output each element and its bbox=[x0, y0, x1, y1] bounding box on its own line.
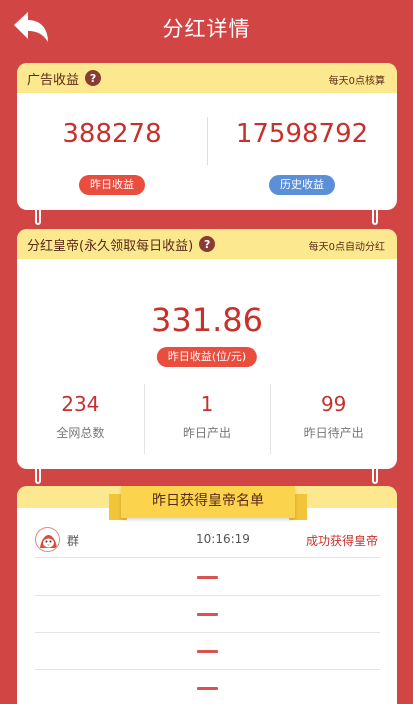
ad-income-card: 广告收益 ? 每天0点核算 388278 昨日收益 17598792 历史收益 bbox=[17, 63, 397, 210]
empty-dash bbox=[197, 687, 218, 690]
ad-income-title: 广告收益 bbox=[27, 72, 80, 88]
stat-value: 1 bbox=[200, 392, 214, 416]
empty-dash bbox=[197, 650, 218, 653]
emperor-amount: 331.86 bbox=[151, 301, 263, 339]
list-item-empty bbox=[35, 559, 380, 596]
winner-name: 群 bbox=[67, 534, 80, 548]
stat-label: 昨日产出 bbox=[183, 426, 232, 440]
help-icon[interactable]: ? bbox=[199, 236, 216, 252]
ad-income-note: 每天0点核算 bbox=[328, 76, 385, 87]
empty-dash bbox=[197, 576, 218, 579]
list-item-empty bbox=[35, 633, 380, 670]
yesterday-income-value: 388278 bbox=[62, 119, 162, 149]
stat-total: 234 全网总数 bbox=[17, 384, 144, 454]
help-icon[interactable]: ? bbox=[85, 70, 102, 86]
winner-status: 成功获得皇帝 bbox=[305, 534, 378, 548]
emperor-title: 分红皇帝(永久领取每日收益) bbox=[27, 238, 194, 254]
list-item[interactable]: 群 10:16:19 成功获得皇帝 bbox=[35, 524, 380, 558]
winner-list-card: 昨日获得皇帝名单 群 10:16:19 成功获得皇帝 bbox=[17, 486, 397, 704]
list-title-ribbon: 昨日获得皇帝名单 bbox=[121, 486, 295, 518]
empty-dash bbox=[197, 613, 218, 616]
history-income-badge[interactable]: 历史收益 bbox=[269, 175, 335, 195]
stat-value: 99 bbox=[320, 392, 347, 416]
ad-income-header: 广告收益 ? 每天0点核算 bbox=[17, 63, 397, 93]
stat-produced: 1 昨日产出 bbox=[143, 384, 271, 454]
header-bar: 分红详情 bbox=[0, 0, 413, 56]
history-income: 17598792 历史收益 bbox=[207, 93, 397, 210]
stat-label: 昨日待产出 bbox=[303, 426, 364, 440]
emperor-stats: 234 全网总数 1 昨日产出 99 昨日待产出 bbox=[17, 384, 397, 454]
winner-time: 10:16:19 bbox=[196, 532, 250, 546]
stat-label: 全网总数 bbox=[56, 426, 105, 440]
page-title: 分红详情 bbox=[162, 17, 251, 41]
history-income-value: 17598792 bbox=[235, 119, 369, 149]
yesterday-income: 388278 昨日收益 bbox=[17, 93, 207, 210]
stat-value: 234 bbox=[61, 392, 100, 416]
stat-pending: 99 昨日待产出 bbox=[270, 384, 397, 454]
list-item-empty bbox=[35, 596, 380, 633]
emperor-amount-badge: 昨日收益(位/元) bbox=[156, 347, 258, 367]
avatar bbox=[35, 527, 60, 552]
yesterday-income-badge[interactable]: 昨日收益 bbox=[79, 175, 145, 195]
emperor-header: 分红皇帝(永久领取每日收益) ? 每天0点自动分红 bbox=[17, 229, 397, 259]
emperor-note: 每天0点自动分红 bbox=[308, 242, 385, 253]
list-item-empty bbox=[35, 670, 380, 704]
emperor-card: 分红皇帝(永久领取每日收益) ? 每天0点自动分红 331.86 昨日收益(位/… bbox=[17, 229, 397, 469]
